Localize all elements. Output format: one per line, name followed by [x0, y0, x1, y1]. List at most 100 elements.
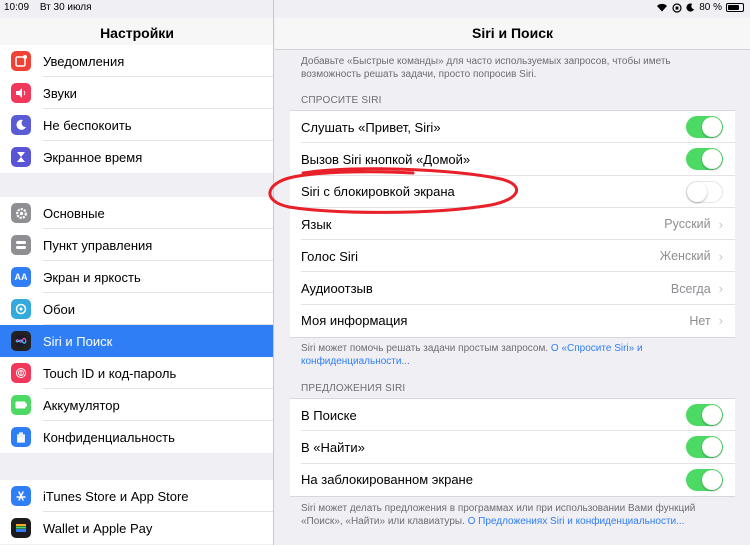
sidebar-item-label: Аккумулятор — [43, 397, 120, 413]
setting-row: Слушать «Привет, Siri» — [290, 111, 735, 144]
wallet-icon — [11, 518, 31, 538]
sidebar-item-label: Siri и Поиск — [43, 333, 113, 349]
notifications-icon — [11, 51, 31, 71]
sidebar-item-label: iTunes Store и App Store — [43, 488, 189, 504]
setting-label: В Поиске — [301, 407, 357, 423]
sidebar-item-label: Wallet и Apple Pay — [43, 520, 153, 536]
status-date: Вт 30 июля — [39, 2, 92, 13]
status-bar: 10:09 Вт 30 июля 80 % — [0, 0, 750, 18]
hourglass-icon — [11, 147, 31, 167]
sidebar-item-wallpaper[interactable]: Обои — [0, 293, 273, 325]
setting-row: Вызов Siri кнопкой «Домой» — [290, 143, 735, 176]
battery-icon — [11, 395, 31, 415]
sidebar-item-label: Конфиденциальность — [43, 429, 175, 445]
sounds-icon — [11, 83, 31, 103]
sidebar-item-hourglass[interactable]: Экранное время — [0, 141, 273, 173]
setting-row: Siri с блокировкой экрана — [290, 176, 735, 209]
setting-label: Siri с блокировкой экрана — [301, 184, 455, 200]
panel-title: Siri и Поиск — [275, 18, 750, 50]
toggle-knob — [702, 437, 722, 458]
section-suggestions-title: ПРЕДЛОЖЕНИЯ SIRI — [301, 383, 406, 394]
sidebar-item-sounds[interactable]: Звуки — [0, 77, 273, 109]
sidebar-item-app-store[interactable]: iTunes Store и App Store — [0, 480, 273, 512]
sidebar-item-label: Обои — [43, 301, 76, 317]
sidebar-item-display[interactable]: AA Экран и яркость — [0, 261, 273, 293]
sidebar-item-label: Основные — [43, 205, 105, 221]
chevron-right-icon: › — [718, 248, 723, 264]
setting-value: Русский — [664, 217, 711, 232]
sidebar-item-label: Не беспокоить — [43, 117, 132, 133]
chevron-right-icon: › — [718, 216, 723, 232]
setting-label: Моя информация — [301, 313, 408, 329]
toggle-knob — [702, 149, 722, 170]
display-icon: AA — [11, 267, 31, 287]
setting-value: Нет — [689, 313, 711, 328]
setting-row[interactable]: Голос Siri Женский › — [290, 240, 735, 273]
setting-row: В «Найти» — [290, 431, 735, 464]
toggle-knob — [687, 181, 707, 202]
toggle-knob — [702, 405, 722, 426]
setting-label: Вызов Siri кнопкой «Домой» — [301, 151, 471, 167]
sidebar-item-moon[interactable]: Не беспокоить — [0, 109, 273, 141]
sidebar-item-battery[interactable]: Аккумулятор — [0, 389, 273, 421]
battery-percent: 80 % — [699, 2, 722, 13]
sidebar-item-label: Уведомления — [43, 53, 125, 69]
toggle-switch[interactable] — [686, 468, 723, 491]
sidebar-item-fingerprint[interactable]: Touch ID и код-пароль — [0, 357, 273, 389]
sidebar-group-3: iTunes Store и App Store Wallet и Apple P… — [0, 480, 273, 544]
setting-row: На заблокированном экране — [290, 464, 735, 496]
sidebar-item-hand[interactable]: Конфиденциальность — [0, 421, 273, 453]
toggle-switch[interactable] — [686, 148, 723, 171]
setting-value: Всегда — [670, 281, 711, 296]
setting-value: Женский — [659, 249, 711, 264]
wifi-icon — [657, 3, 668, 12]
setting-label: Слушать «Привет, Siri» — [301, 119, 441, 135]
wallpaper-icon — [11, 299, 31, 319]
setting-row: В Поиске — [290, 399, 735, 432]
gear-icon — [11, 203, 31, 223]
setting-row[interactable]: Моя информация Нет › — [290, 305, 735, 337]
toggle-knob — [702, 469, 722, 490]
sidebar-group-2: Основные Пункт управления AA Экран и яркост… — [0, 197, 273, 453]
fingerprint-icon — [11, 363, 31, 383]
sidebar-group-1: Уведомления Звуки Не беспокоить Экранное вр… — [0, 45, 273, 173]
sidebar-item-notifications[interactable]: Уведомления — [0, 45, 273, 77]
sidebar-item-siri[interactable]: Siri и Поиск — [0, 325, 273, 357]
ask-siri-note: Siri может помочь решать задачи простым … — [301, 343, 643, 367]
setting-label: В «Найти» — [301, 439, 365, 455]
status-time: 10:09 — [4, 2, 30, 13]
moon-icon — [11, 115, 31, 135]
settings-sidebar: Настройки Уведомления Звуки Не беспокоить Э… — [0, 0, 274, 545]
control-center-icon — [11, 235, 31, 255]
ask-siri-group: Слушать «Привет, Siri» Вызов Siri кнопкой… — [290, 110, 735, 339]
setting-label: На заблокированном экране — [301, 472, 473, 488]
orientation-lock-icon — [672, 2, 682, 13]
sidebar-item-control-center[interactable]: Пункт управления — [0, 229, 273, 261]
suggestions-group: В Поиске В «Найти» На заблокированном экра… — [290, 398, 735, 497]
battery-icon — [726, 3, 744, 12]
suggestions-privacy-link[interactable]: О Предложениях Siri и конфиденциальности… — [468, 516, 685, 527]
setting-row[interactable]: Язык Русский › — [290, 208, 735, 241]
sidebar-item-label: Экран и яркость — [43, 269, 141, 285]
sidebar-item-label: Touch ID и код-пароль — [43, 365, 177, 381]
toggle-switch[interactable] — [686, 404, 723, 427]
sidebar-item-label: Звуки — [43, 85, 77, 101]
toggle-switch[interactable] — [686, 436, 723, 459]
section-ask-siri-title: СПРОСИТЕ SIRI — [301, 95, 382, 106]
setting-label: Голос Siri — [301, 248, 358, 264]
setting-row[interactable]: Аудиоотзыв Всегда › — [290, 272, 735, 306]
shortcuts-note: Добавьте «Быстрые команды» для часто исп… — [301, 56, 671, 80]
hand-icon — [11, 427, 31, 447]
sidebar-item-label: Экранное время — [43, 149, 143, 165]
sidebar-item-gear[interactable]: Основные — [0, 197, 273, 229]
toggle-switch[interactable] — [686, 180, 723, 203]
moon-status-icon — [686, 3, 695, 12]
chevron-right-icon: › — [718, 313, 723, 329]
setting-label: Аудиоотзыв — [301, 281, 373, 297]
suggestions-note: Siri может делать предложения в программ… — [301, 503, 696, 527]
toggle-switch[interactable] — [686, 116, 723, 139]
siri-search-panel: Siri и Поиск Добавьте «Быстрые команды» … — [275, 0, 750, 545]
siri-icon — [11, 331, 31, 351]
sidebar-item-wallet[interactable]: Wallet и Apple Pay — [0, 512, 273, 544]
chevron-right-icon: › — [718, 281, 723, 297]
